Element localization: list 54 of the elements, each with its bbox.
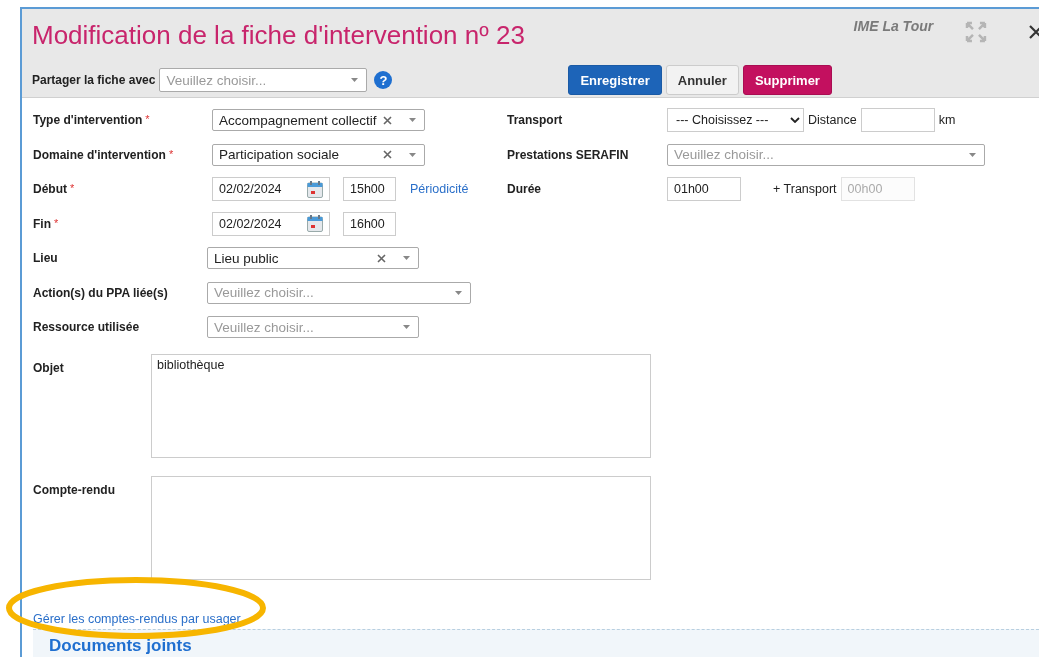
time-field[interactable]: 16h00 (343, 211, 396, 236)
caret-icon (969, 152, 976, 157)
required-mark: * (70, 182, 75, 197)
text-field[interactable] (860, 108, 935, 133)
caret-icon (403, 256, 410, 261)
field-label: Domaine d'intervention (33, 147, 166, 162)
field-label: Lieu (33, 251, 58, 266)
caret-icon (455, 290, 462, 295)
chevron-icon (790, 117, 800, 124)
required-mark: * (168, 147, 174, 162)
close-icon[interactable] (1029, 25, 1039, 39)
caret-icon (409, 152, 416, 157)
clear-icon[interactable] (383, 150, 392, 160)
required-mark: * (145, 113, 150, 128)
dialog-title: Modification de la fiche d'intervention nº 23 (32, 19, 526, 51)
field-label: km (938, 113, 956, 128)
field-label: Objet (33, 359, 65, 375)
caret-icon (351, 78, 359, 82)
field-label: Compte-rendu (33, 481, 116, 497)
time-field[interactable]: 15h00 (343, 177, 396, 202)
field-label: Transport (507, 113, 564, 128)
clear-icon[interactable] (383, 115, 392, 125)
periodicity-link[interactable]: Périodicité (410, 182, 469, 197)
field-label: Partager la fiche avec (32, 73, 156, 87)
caret-icon (403, 325, 410, 330)
field-label: Fin (33, 216, 51, 231)
help-button[interactable]: ? (374, 71, 393, 89)
field-label: Distance (808, 113, 857, 128)
date-field[interactable]: 02/02/2024 (212, 211, 330, 236)
field-label: Durée (507, 182, 542, 197)
save-button[interactable]: Enregistrer (568, 65, 662, 95)
date-field[interactable]: 02/02/2024 (212, 177, 330, 202)
field-label: Prestations SERAFIN (507, 147, 630, 162)
manage-reports-link[interactable]: Gérer les comptes-rendus par usager (33, 611, 241, 626)
caret-icon (409, 118, 416, 123)
delete-button[interactable]: Supprimer (742, 65, 832, 95)
select-field[interactable]: Accompagnement collectif (212, 109, 425, 132)
organisation-name: IME La Tour (853, 17, 935, 34)
field-label: Début (33, 182, 67, 197)
text-field[interactable]: 01h00 (667, 177, 741, 202)
field-label: Action(s) du PPA liée(s) (33, 285, 168, 300)
select-field[interactable]: Participation sociale (212, 143, 425, 166)
field-label: Ressource utilisée (33, 320, 140, 335)
select-field[interactable]: --- Choisissez --- (667, 108, 804, 133)
field-label: + Transport (773, 182, 837, 197)
calendar-icon (307, 180, 323, 198)
section-title: Documents joints (49, 635, 193, 656)
clear-icon[interactable] (377, 253, 386, 263)
required-mark: * (54, 216, 59, 231)
calendar-icon (307, 215, 323, 233)
cancel-button[interactable]: Annuler (665, 65, 739, 95)
text-area[interactable]: bibliothèque (151, 353, 651, 458)
select-field[interactable]: Lieu public (207, 247, 419, 270)
field-label: Type d'intervention (33, 113, 143, 128)
